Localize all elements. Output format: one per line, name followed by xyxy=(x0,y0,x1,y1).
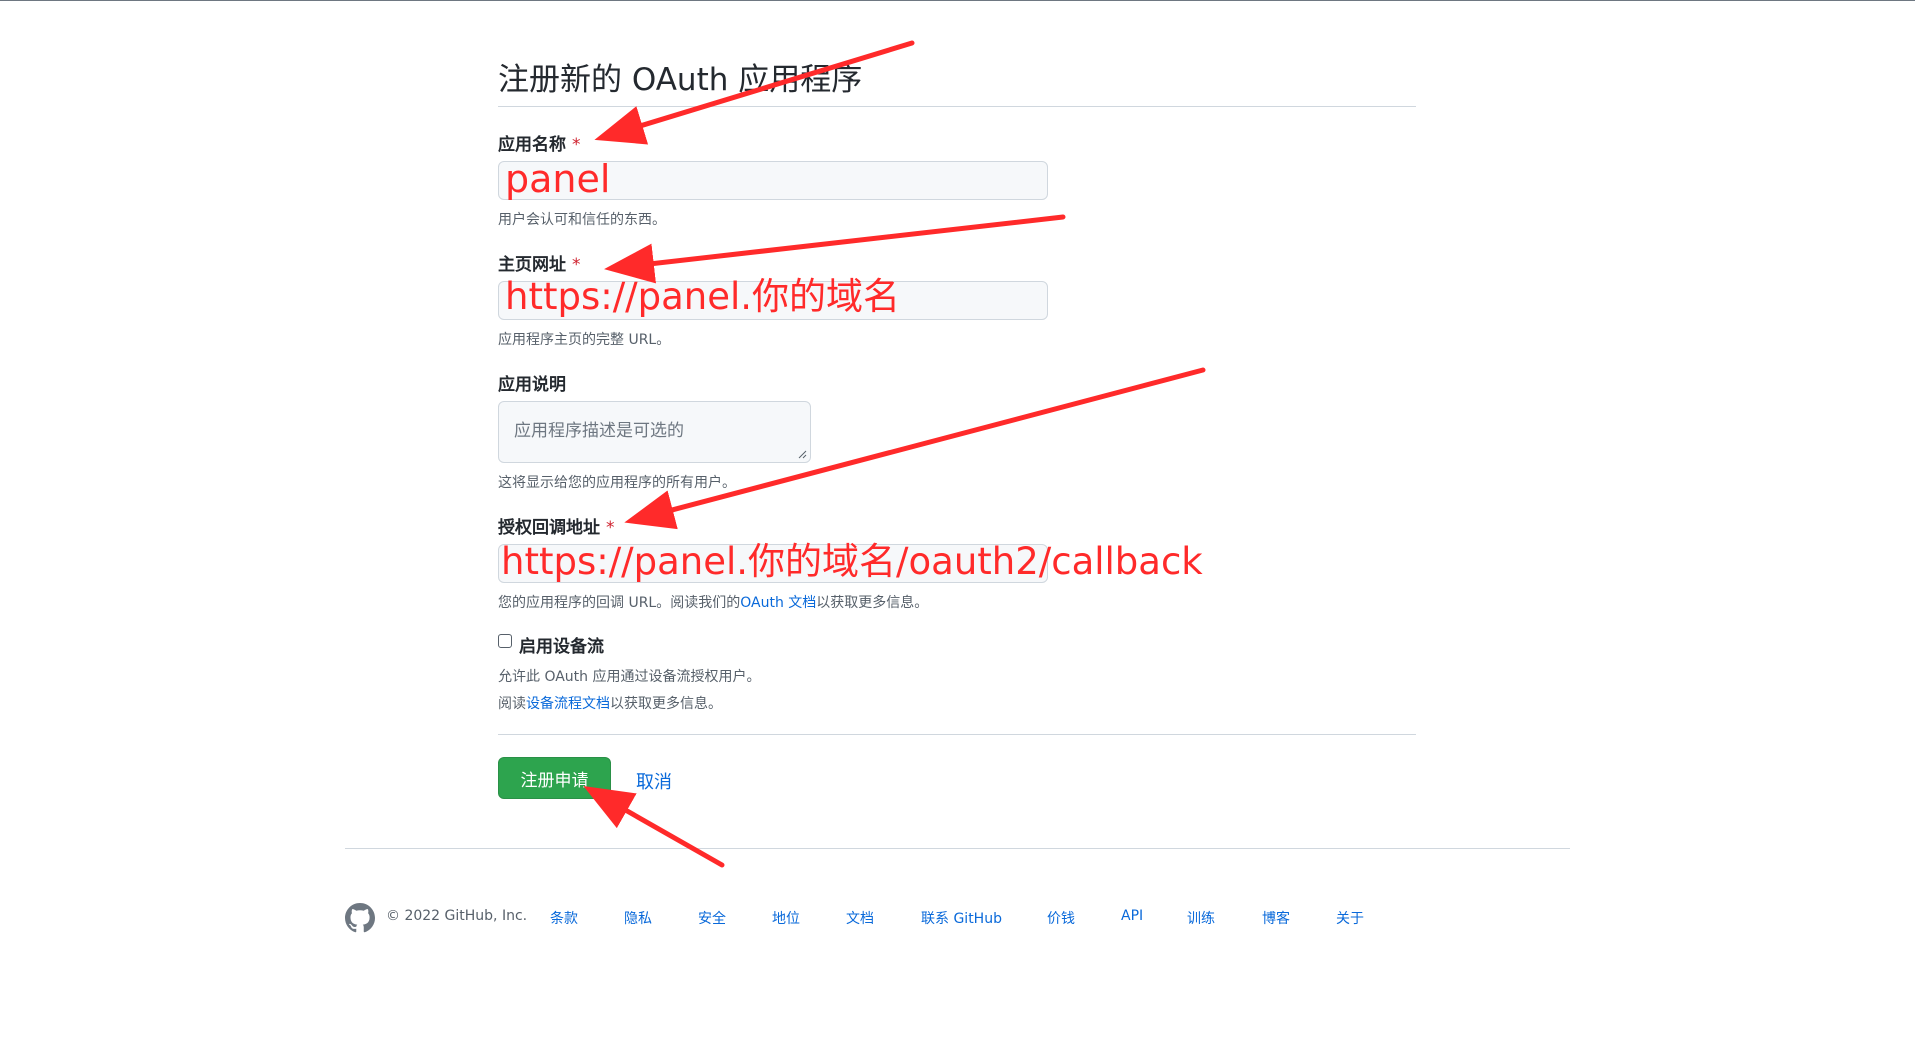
arrow-to-app-name xyxy=(594,40,915,145)
arrow-to-homepage-url xyxy=(604,214,1066,284)
arrow-to-callback-url xyxy=(624,367,1206,530)
arrow-to-register-button xyxy=(583,786,725,868)
annotation-arrows xyxy=(583,40,1206,868)
